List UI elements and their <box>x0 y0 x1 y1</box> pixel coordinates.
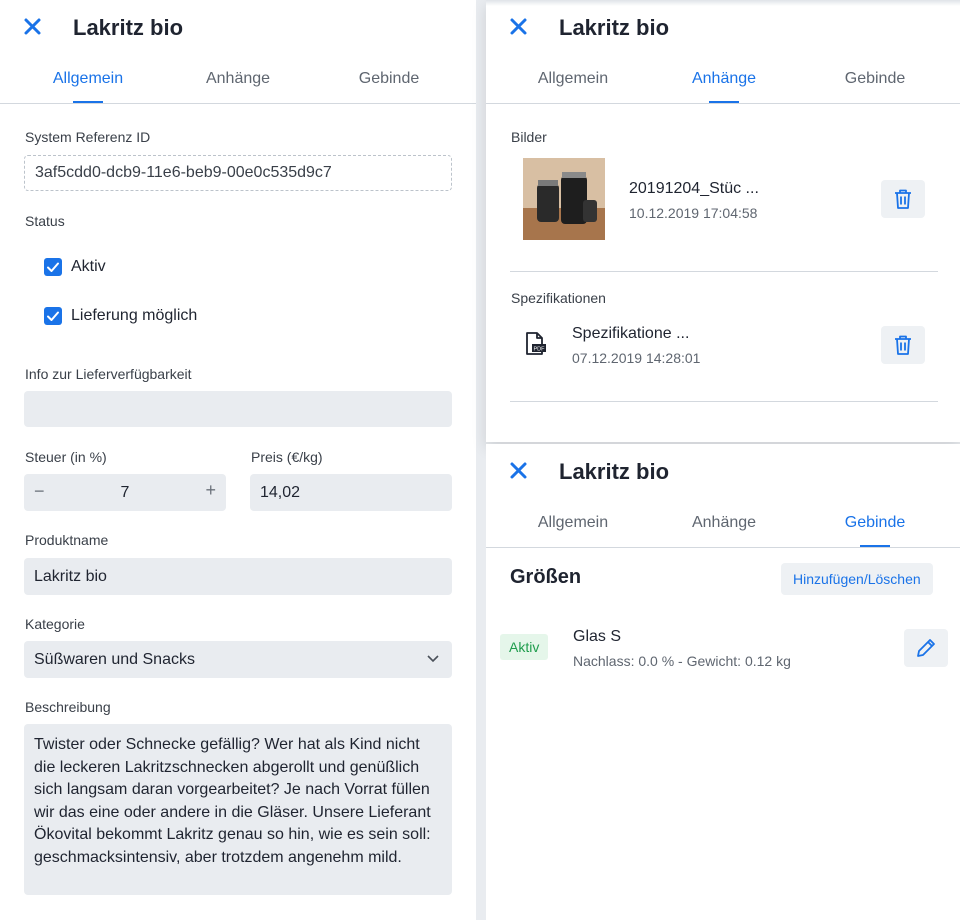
tab-gebinde[interactable]: Gebinde <box>800 70 950 88</box>
active-checkbox-label: Aktiv <box>71 258 106 275</box>
page-title: Lakritz bio <box>559 459 670 484</box>
size-name: Glas S <box>573 628 622 645</box>
category-label: Kategorie <box>25 616 85 632</box>
status-label: Status <box>25 213 65 229</box>
tab-bar: Allgemein Anhänge Gebinde <box>486 506 960 548</box>
spec-file-name: Spezifikatione ... <box>572 325 690 342</box>
ref-id-field[interactable]: 3af5cdd0-dcb9-11e6-beb9-00e0c535d9c7 <box>24 155 452 191</box>
divider <box>510 401 938 402</box>
general-panel: Lakritz bio Allgemein Anhänge Gebinde Sy… <box>0 0 476 920</box>
close-icon[interactable] <box>508 460 530 482</box>
delivery-checkbox-label: Lieferung möglich <box>71 307 198 324</box>
page-title: Lakritz bio <box>73 15 184 40</box>
image-file-date: 10.12.2019 17:04:58 <box>629 205 758 221</box>
close-icon[interactable] <box>508 16 530 38</box>
page-title: Lakritz bio <box>559 15 670 40</box>
tab-bar: Allgemein Anhänge Gebinde <box>0 62 476 104</box>
tab-anhaenge[interactable]: Anhänge <box>163 70 313 88</box>
images-section-label: Bilder <box>511 129 547 145</box>
availability-info-label: Info zur Lieferverfügbarkeit <box>25 366 192 382</box>
tab-allgemein[interactable]: Allgemein <box>13 70 163 103</box>
status-badge: Aktiv <box>500 634 549 660</box>
tax-label: Steuer (in %) <box>25 449 107 465</box>
increment-button[interactable]: + <box>205 480 216 501</box>
description-field[interactable]: Twister oder Schnecke gefällig? Wer hat … <box>24 724 452 895</box>
price-label: Preis (€/kg) <box>251 449 323 465</box>
panel-header: Lakritz bio <box>0 10 476 48</box>
tab-allgemein[interactable]: Allgemein <box>498 514 648 532</box>
tab-gebinde[interactable]: Gebinde <box>800 514 950 547</box>
ref-id-label: System Referenz ID <box>25 129 151 145</box>
spec-file-date: 07.12.2019 14:28:01 <box>572 350 701 366</box>
availability-info-field[interactable] <box>24 391 452 427</box>
description-label: Beschreibung <box>25 699 111 715</box>
pencil-icon <box>917 639 935 657</box>
svg-text:PDF: PDF <box>534 347 546 353</box>
image-thumbnail[interactable] <box>523 158 605 240</box>
pdf-file-icon: PDF <box>524 331 548 362</box>
tax-value: 7 <box>120 484 130 501</box>
add-remove-button[interactable]: Hinzufügen/Löschen <box>781 563 933 595</box>
tab-allgemein[interactable]: Allgemein <box>498 70 648 88</box>
edit-size-button[interactable] <box>904 629 948 667</box>
category-select[interactable]: Süßwaren und Snacks <box>24 641 452 678</box>
trash-icon <box>895 335 911 355</box>
check-icon <box>47 311 59 321</box>
delivery-checkbox[interactable] <box>44 307 62 325</box>
size-meta: Nachlass: 0.0 % - Gewicht: 0.12 kg <box>573 653 791 669</box>
tab-anhaenge[interactable]: Anhänge <box>649 514 799 532</box>
attachments-panel: Lakritz bio Allgemein Anhänge Gebinde Bi… <box>486 0 960 442</box>
category-value: Süßwaren und Snacks <box>34 650 195 668</box>
packaging-panel: Lakritz bio Allgemein Anhänge Gebinde Gr… <box>486 444 960 920</box>
tab-anhaenge[interactable]: Anhänge <box>649 70 799 103</box>
trash-icon <box>895 189 911 209</box>
divider <box>510 271 938 272</box>
tax-stepper[interactable]: − 7 + <box>24 474 226 511</box>
specs-section-label: Spezifikationen <box>511 290 606 306</box>
product-name-label: Produktname <box>25 532 109 548</box>
tab-bar: Allgemein Anhänge Gebinde <box>486 62 960 104</box>
product-name-field[interactable]: Lakritz bio <box>24 558 452 595</box>
panel-header: Lakritz bio <box>486 454 960 492</box>
active-checkbox[interactable] <box>44 258 62 276</box>
image-file-name: 20191204_Stüc ... <box>629 180 759 197</box>
price-field[interactable]: 14,02 <box>250 474 452 511</box>
delete-image-button[interactable] <box>881 180 925 218</box>
check-icon <box>47 262 59 272</box>
sizes-heading: Größen <box>510 566 582 588</box>
panel-header: Lakritz bio <box>486 10 960 48</box>
delete-spec-button[interactable] <box>881 326 925 364</box>
tab-gebinde[interactable]: Gebinde <box>314 70 464 88</box>
close-icon[interactable] <box>22 16 44 38</box>
chevron-down-icon <box>427 655 439 663</box>
